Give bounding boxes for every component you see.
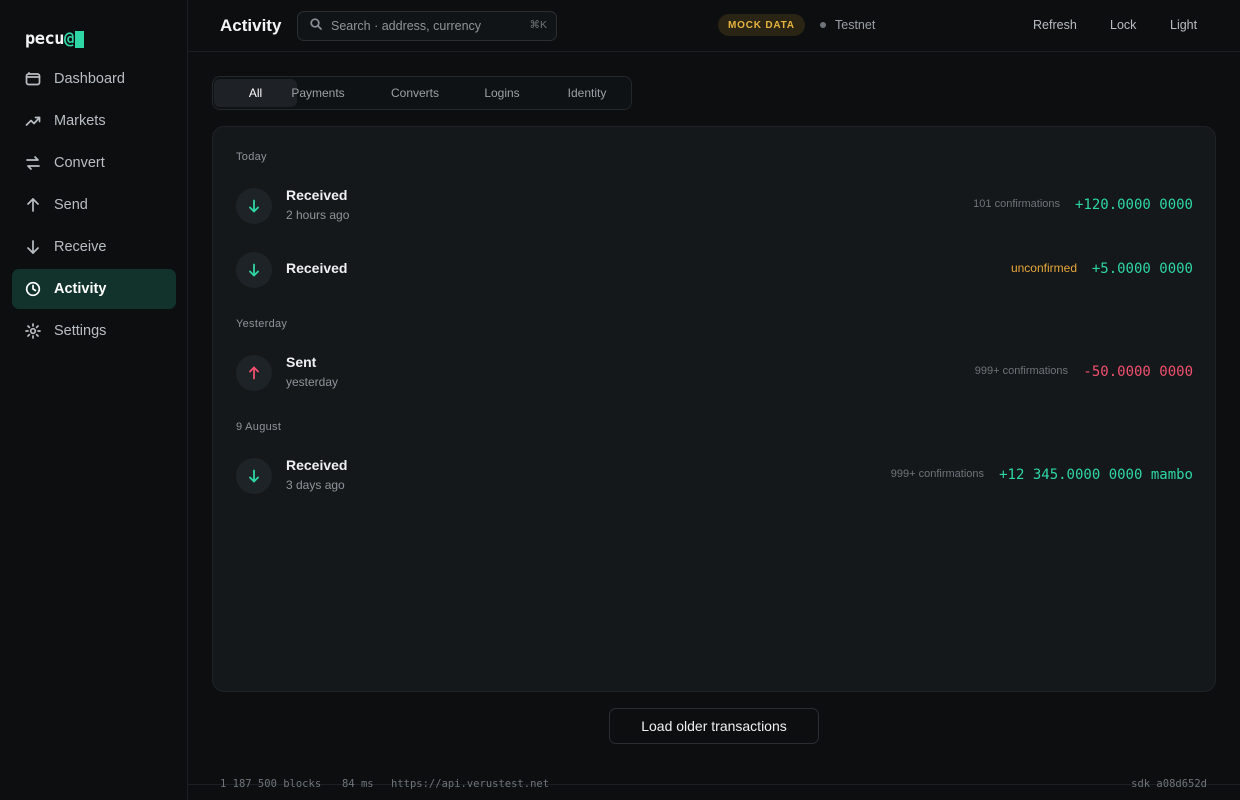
transaction-status: unconfirmed (1010, 261, 1077, 275)
transactions-panel: Today Received 2 hours ago 101 confirmat… (212, 126, 1216, 692)
arrow-up-icon (24, 196, 42, 214)
clock-icon (24, 280, 42, 298)
transaction-confirmations: 999+ confirmations (974, 365, 1068, 377)
transaction-title: Sent (286, 354, 317, 370)
transaction-amount: +12 345.0000 0000 mambo (999, 467, 1193, 483)
transaction-row[interactable]: Received unconfirmed +5.0000 0000 (213, 244, 1217, 296)
status-footer: 1 187 500 blocks 84 ms https://api.verus… (188, 778, 1240, 800)
transaction-title: Received (286, 457, 348, 473)
block-height: 1 187 500 blocks (220, 778, 322, 790)
page-title: Activity (220, 16, 282, 35)
sidebar-item-label: Receive (54, 239, 107, 255)
sidebar-item-label: Markets (54, 113, 106, 129)
trend-up-icon (24, 112, 42, 130)
lock-button[interactable]: Lock (1110, 18, 1136, 32)
logo-at: @ (63, 29, 74, 49)
tab-logins[interactable]: Logins (475, 79, 529, 107)
sidebar: pecu @ Dashboard Markets Convert Send Rec… (0, 0, 188, 800)
logo-text: pecu (25, 29, 64, 49)
sdk-version: sdk a08d652d (1131, 778, 1207, 790)
transaction-amount: -50.0000 0000 (1083, 364, 1193, 380)
logo-cursor (74, 30, 84, 48)
transaction-title: Received (286, 260, 348, 276)
tab-payments[interactable]: Payments (285, 79, 351, 107)
group-label-yesterday: Yesterday (236, 318, 288, 330)
sidebar-item-activity[interactable]: Activity (12, 269, 176, 309)
network-indicator: Testnet (820, 18, 875, 32)
theme-toggle-button[interactable]: Light (1170, 18, 1197, 32)
sidebar-item-label: Convert (54, 155, 105, 171)
search-input[interactable] (331, 19, 531, 33)
sidebar-item-dashboard[interactable]: Dashboard (12, 59, 176, 99)
mock-data-badge: MOCK DATA (718, 14, 805, 36)
sidebar-item-label: Activity (54, 281, 107, 297)
transaction-confirmations: 999+ confirmations (890, 468, 984, 480)
transaction-row[interactable]: Received 3 days ago 999+ confirmations +… (213, 450, 1217, 502)
search-box[interactable]: ⌘K (297, 11, 557, 41)
group-label-9-august: 9 August (236, 421, 282, 433)
transaction-time: 2 hours ago (286, 208, 350, 222)
sidebar-item-markets[interactable]: Markets (12, 101, 176, 141)
group-label-today: Today (236, 151, 267, 163)
sidebar-item-receive[interactable]: Receive (12, 227, 176, 267)
sidebar-item-send[interactable]: Send (12, 185, 176, 225)
tab-converts[interactable]: Converts (383, 79, 447, 107)
transaction-row[interactable]: Sent yesterday 999+ confirmations -50.00… (213, 347, 1217, 399)
tab-identity[interactable]: Identity (557, 79, 617, 107)
transaction-amount: +120.0000 0000 (1074, 197, 1193, 213)
network-status-dot (820, 22, 826, 28)
wallet-icon (24, 70, 42, 88)
load-older-button[interactable]: Load older transactions (609, 708, 819, 744)
sidebar-item-settings[interactable]: Settings (12, 311, 176, 351)
arrow-down-icon (24, 238, 42, 256)
arrow-down-icon (236, 188, 272, 224)
arrow-up-icon (236, 355, 272, 391)
sidebar-item-label: Send (54, 197, 88, 213)
search-icon (310, 17, 322, 35)
arrow-down-icon (236, 252, 272, 288)
transaction-confirmations: 101 confirmations (973, 198, 1060, 210)
transaction-amount: +5.0000 0000 (1091, 261, 1193, 277)
transaction-row[interactable]: Received 2 hours ago 101 confirmations +… (213, 180, 1217, 232)
sidebar-item-label: Settings (54, 323, 107, 339)
arrow-down-icon (236, 458, 272, 494)
refresh-button[interactable]: Refresh (1033, 18, 1077, 32)
sidebar-item-label: Dashboard (54, 71, 125, 87)
gear-icon (24, 322, 42, 340)
app-logo[interactable]: pecu @ (25, 29, 84, 49)
sidebar-nav: Dashboard Markets Convert Send Receive A… (12, 59, 176, 353)
top-header: Activity ⌘K MOCK DATA Testnet Refresh Lo… (188, 0, 1240, 52)
transaction-time: 3 days ago (286, 478, 345, 492)
transaction-title: Received (286, 187, 348, 203)
swap-icon (24, 154, 42, 172)
latency: 84 ms (342, 778, 374, 790)
search-shortcut: ⌘K (529, 19, 547, 31)
activity-filter-tabs: All Payments Converts Logins Identity (212, 76, 632, 110)
network-label: Testnet (835, 18, 876, 32)
sidebar-item-convert[interactable]: Convert (12, 143, 176, 183)
api-endpoint: https://api.verustest.net (391, 778, 550, 790)
transaction-time: yesterday (286, 375, 339, 389)
